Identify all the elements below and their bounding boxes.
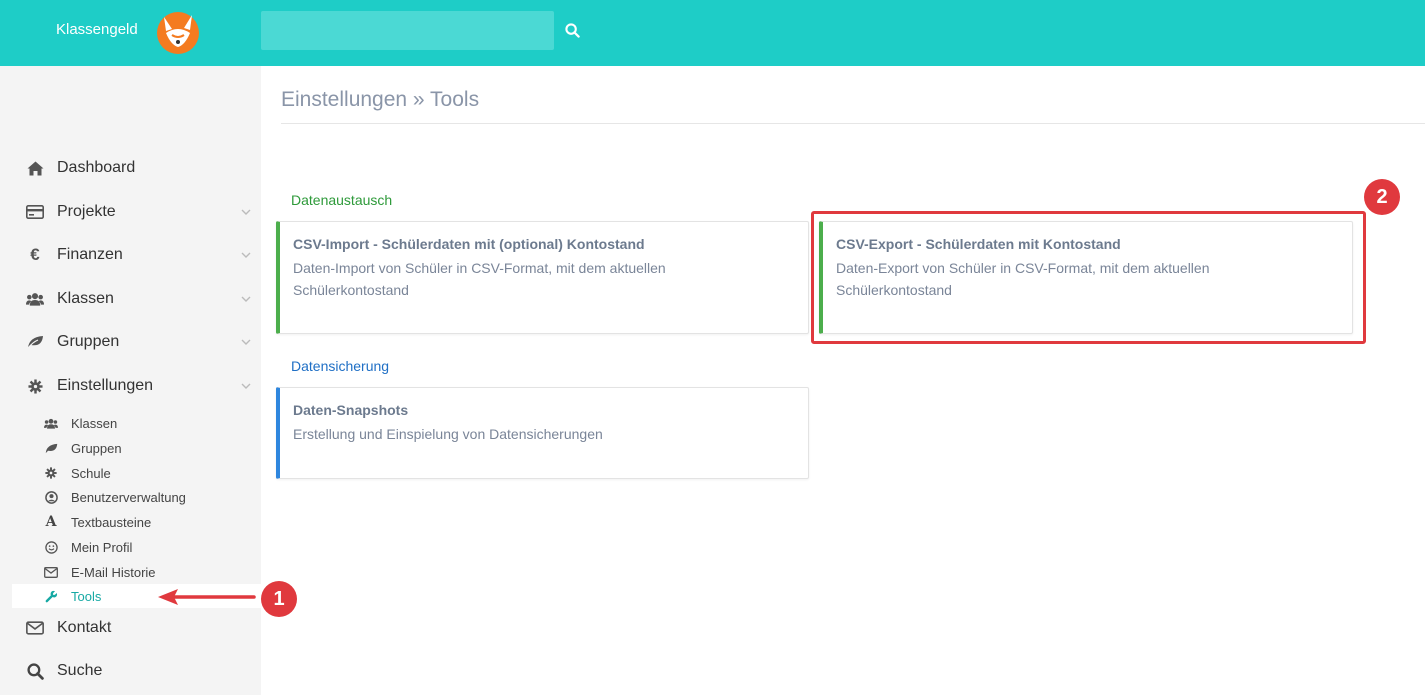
- section-heading-datensicherung: Datensicherung: [291, 358, 390, 374]
- envelope-icon: [26, 619, 44, 637]
- sidebar-subitem-label: Benutzerverwaltung: [71, 489, 186, 505]
- card-description: Daten-Import von Schüler in CSV-Format, …: [293, 260, 666, 298]
- section-heading-datenaustausch: Datenaustausch: [291, 192, 393, 208]
- brand-name[interactable]: Klassengeld: [56, 21, 138, 38]
- sidebar-item-gruppen[interactable]: Gruppen: [0, 322, 261, 362]
- wrench-icon: [44, 589, 58, 603]
- sidebar-item-dashboard[interactable]: Dashboard: [0, 148, 261, 188]
- leaf-icon: [26, 333, 44, 351]
- sidebar-subitem-benutzerverwaltung[interactable]: Benutzerverwaltung: [12, 485, 261, 509]
- chevron-down-icon: [241, 252, 251, 258]
- sidebar-subitem-label: Mein Profil: [71, 539, 133, 555]
- sidebar-subitem-gruppen[interactable]: Gruppen: [12, 436, 261, 460]
- gear-icon: [44, 466, 58, 480]
- users-icon: [26, 290, 44, 308]
- sidebar-item-label: Projekte: [57, 203, 116, 220]
- user-circle-icon: [44, 490, 58, 504]
- sidebar-item-label: Klassen: [57, 290, 114, 307]
- sidebar-subitem-mein-profil[interactable]: Mein Profil: [12, 535, 261, 559]
- sidebar-subitem-label: Tools: [71, 588, 102, 604]
- smile-icon: [44, 540, 58, 554]
- search-input[interactable]: [261, 11, 554, 50]
- sidebar-item-projekte[interactable]: Projekte: [0, 192, 261, 232]
- highlight-box: [811, 211, 1366, 344]
- card-title: Daten-Snapshots: [293, 402, 409, 418]
- top-bar: Klassengeld: [0, 0, 1425, 66]
- sidebar-subitem-schule[interactable]: Schule: [12, 461, 261, 485]
- sidebar-subitem-label: E-Mail Historie: [71, 564, 156, 580]
- chevron-down-icon: [241, 296, 251, 302]
- home-icon: [26, 159, 44, 177]
- leaf-icon: [44, 441, 58, 455]
- users-icon: [44, 416, 58, 430]
- page-title: Einstellungen » Tools: [281, 88, 480, 111]
- search-button[interactable]: [562, 20, 582, 40]
- euro-icon: €: [30, 245, 40, 264]
- sidebar-item-label: Kontakt: [57, 619, 112, 636]
- sidebar-subitem-label: Schule: [71, 465, 111, 481]
- font-icon: A: [45, 514, 57, 530]
- sidebar-item-label: Gruppen: [57, 333, 120, 350]
- sidebar-item-kontakt[interactable]: Kontakt: [0, 608, 261, 648]
- sidebar-subitem-email-historie[interactable]: E-Mail Historie: [12, 560, 261, 584]
- sidebar-subitem-label: Textbausteine: [71, 514, 152, 530]
- sidebar-item-einstellungen[interactable]: Einstellungen: [0, 366, 261, 406]
- envelope-icon: [44, 565, 58, 579]
- sidebar-subitem-label: Klassen: [71, 415, 118, 431]
- sidebar-item-label: Finanzen: [57, 246, 123, 263]
- sidebar-subitem-textbausteine[interactable]: A Textbausteine: [12, 510, 261, 534]
- sidebar-item-klassen[interactable]: Klassen: [0, 279, 261, 319]
- chevron-down-icon: [241, 383, 251, 389]
- step-badge-1: 1: [261, 581, 297, 617]
- sidebar-item-label: Einstellungen: [57, 377, 154, 394]
- sidebar-item-label: Dashboard: [57, 159, 136, 176]
- card-title: CSV-Import - Schülerdaten mit (optional)…: [293, 236, 645, 252]
- search-icon: [564, 22, 580, 38]
- annotation-arrow: [158, 589, 256, 605]
- card-daten-snapshots[interactable]: Daten-Snapshots Erstellung und Einspielu…: [276, 387, 809, 479]
- step-badge-2: 2: [1364, 179, 1400, 215]
- chevron-down-icon: [241, 209, 251, 215]
- sidebar-item-suche[interactable]: Suche: [0, 651, 261, 691]
- card-description: Erstellung und Einspielung von Datensich…: [293, 426, 603, 442]
- card-csv-import[interactable]: CSV-Import - Schülerdaten mit (optional)…: [276, 221, 809, 334]
- gear-icon: [26, 377, 44, 395]
- fox-logo-icon[interactable]: [152, 9, 202, 55]
- sidebar-item-finanzen[interactable]: € Finanzen: [0, 235, 261, 275]
- sidebar-subitem-klassen[interactable]: Klassen: [12, 411, 261, 435]
- search-icon: [26, 662, 44, 680]
- credit-card-icon: [26, 203, 44, 221]
- sidebar-subitem-label: Gruppen: [71, 440, 122, 456]
- divider: [281, 123, 1425, 124]
- sidebar-item-label: Suche: [57, 662, 103, 679]
- chevron-down-icon: [241, 339, 251, 345]
